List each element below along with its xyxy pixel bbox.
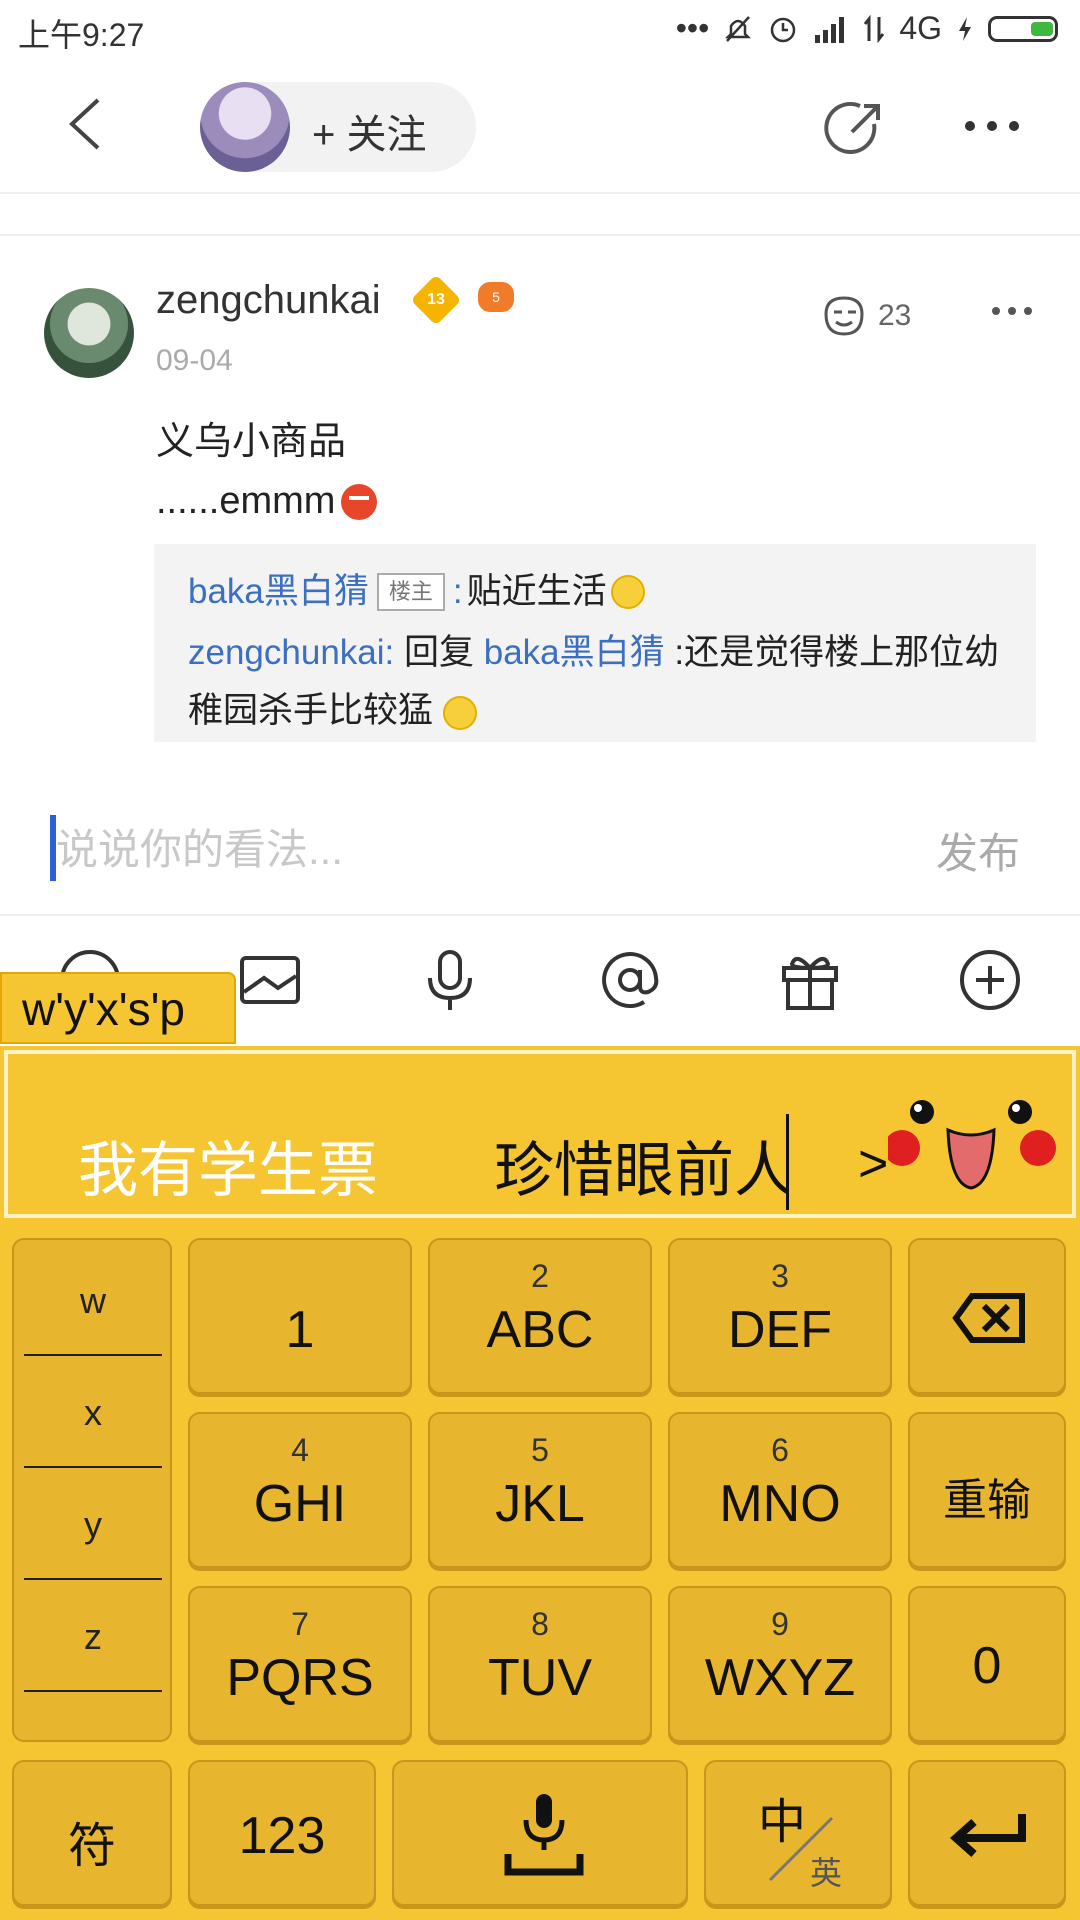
status-bar: 上午9:27 ••• 4G bbox=[0, 0, 1080, 62]
key-0[interactable]: 0 bbox=[908, 1586, 1066, 1742]
key-pqrs[interactable]: 7 PQRS bbox=[188, 1586, 412, 1742]
level-badge: 13 bbox=[410, 274, 462, 326]
image-icon[interactable] bbox=[238, 948, 302, 1012]
like-button[interactable]: 23 bbox=[820, 294, 911, 338]
more-icon[interactable] bbox=[962, 114, 1022, 138]
plus-icon[interactable] bbox=[958, 948, 1022, 1012]
back-icon[interactable] bbox=[58, 94, 118, 154]
space-voice-key[interactable] bbox=[392, 1760, 688, 1906]
smile-emoji-icon bbox=[442, 695, 477, 730]
reinput-key[interactable]: 重输 bbox=[908, 1412, 1066, 1568]
more-dots-icon: ••• bbox=[675, 10, 710, 46]
key-jkl[interactable]: 5 JKL bbox=[428, 1412, 652, 1568]
owner-tag: 楼主 bbox=[376, 573, 445, 611]
follow-button[interactable]: + 关注 bbox=[200, 82, 476, 172]
reply-item: baka黑白猜 楼主 : 贴近生活 bbox=[188, 566, 645, 618]
pinyin-composition: w'y'x's'p bbox=[0, 972, 236, 1044]
backspace-icon bbox=[952, 1293, 1025, 1343]
candidate-bar: 我有学生票 珍惜眼前人 > bbox=[4, 1050, 1076, 1218]
section-divider bbox=[0, 192, 1080, 236]
game-badge: 5 bbox=[478, 282, 514, 312]
status-icons: ••• 4G bbox=[676, 10, 1058, 47]
candidate-item[interactable]: 珍惜眼前人 bbox=[494, 1122, 786, 1209]
pikachu-skin-icon bbox=[888, 1100, 1056, 1190]
key-mno[interactable]: 6 MNO bbox=[668, 1412, 892, 1568]
at-icon[interactable] bbox=[598, 948, 662, 1012]
header: + 关注 bbox=[0, 62, 1080, 192]
battery-icon bbox=[988, 15, 1058, 42]
key-1[interactable]: 1 bbox=[188, 1238, 412, 1394]
candidate-cursor bbox=[786, 1114, 789, 1210]
like-count: 23 bbox=[878, 299, 912, 332]
alarm-icon bbox=[771, 17, 796, 42]
post-username[interactable]: zengchunkai bbox=[156, 278, 381, 323]
enter-key[interactable] bbox=[908, 1760, 1066, 1906]
backspace-key[interactable] bbox=[908, 1238, 1066, 1394]
reply-item: zengchunkai: 回复 baka黑白猜 :还是觉得楼上那位幼稚园杀手比较… bbox=[188, 633, 1000, 730]
data-transfer-icon bbox=[864, 14, 885, 43]
charging-icon bbox=[959, 16, 971, 41]
like-face-icon bbox=[824, 296, 864, 336]
letter-option[interactable]: y bbox=[24, 1504, 162, 1546]
enter-icon bbox=[950, 1814, 1026, 1857]
publish-button[interactable]: 发布 bbox=[936, 820, 1020, 881]
share-icon[interactable] bbox=[822, 96, 888, 162]
language-toggle-key[interactable]: 中 英 bbox=[704, 1760, 892, 1906]
voice-space-icon bbox=[504, 1794, 584, 1876]
reply-text: 贴近生活 bbox=[466, 572, 607, 611]
letter-option[interactable]: x bbox=[24, 1392, 162, 1434]
angry-emoji-icon bbox=[341, 483, 378, 520]
post-text-line: 义乌小商品 bbox=[156, 421, 347, 463]
network-type: 4G bbox=[899, 10, 942, 46]
reply-username[interactable]: zengchunkai: bbox=[188, 633, 394, 672]
status-time: 上午9:27 bbox=[18, 17, 145, 53]
letter-option[interactable]: w bbox=[24, 1280, 162, 1322]
gift-icon[interactable] bbox=[778, 948, 842, 1012]
key-wxyz[interactable]: 9 WXYZ bbox=[668, 1586, 892, 1742]
forum-avatar bbox=[200, 82, 290, 172]
symbol-key[interactable]: 符 bbox=[12, 1760, 172, 1906]
mute-icon bbox=[725, 15, 752, 42]
comment-input[interactable] bbox=[56, 820, 876, 880]
number-mode-key[interactable]: 123 bbox=[188, 1760, 376, 1906]
reply-preview[interactable]: baka黑白猜 楼主 : 贴近生活 zengchunkai: 回复 baka黑白… bbox=[154, 544, 1036, 742]
user-avatar[interactable] bbox=[44, 288, 134, 378]
keyboard: 我有学生票 珍惜眼前人 > w x y z 1 2 ABC 3 DEF 4 GHI 5… bbox=[0, 1046, 1080, 1920]
smile-emoji-icon bbox=[610, 575, 645, 609]
follow-label: + 关注 bbox=[312, 113, 427, 157]
letter-option[interactable]: z bbox=[24, 1616, 162, 1658]
microphone-icon[interactable] bbox=[418, 948, 482, 1012]
key-tuv[interactable]: 8 TUV bbox=[428, 1586, 652, 1742]
signal-icon bbox=[815, 16, 845, 43]
key-def[interactable]: 3 DEF bbox=[668, 1238, 892, 1394]
pinyin-letter-column: w x y z bbox=[12, 1238, 172, 1742]
key-abc[interactable]: 2 ABC bbox=[428, 1238, 652, 1394]
expand-candidates-icon[interactable]: > bbox=[858, 1134, 888, 1194]
post-text-line: ......emmm bbox=[156, 480, 378, 523]
key-ghi[interactable]: 4 GHI bbox=[188, 1412, 412, 1568]
post-more-icon[interactable] bbox=[990, 304, 1034, 318]
reply-target[interactable]: baka黑白猜 bbox=[484, 633, 665, 672]
reply-username[interactable]: baka黑白猜 bbox=[188, 566, 369, 618]
candidate-item[interactable]: 我有学生票 bbox=[78, 1122, 378, 1209]
post-date: 09-04 bbox=[156, 344, 233, 377]
